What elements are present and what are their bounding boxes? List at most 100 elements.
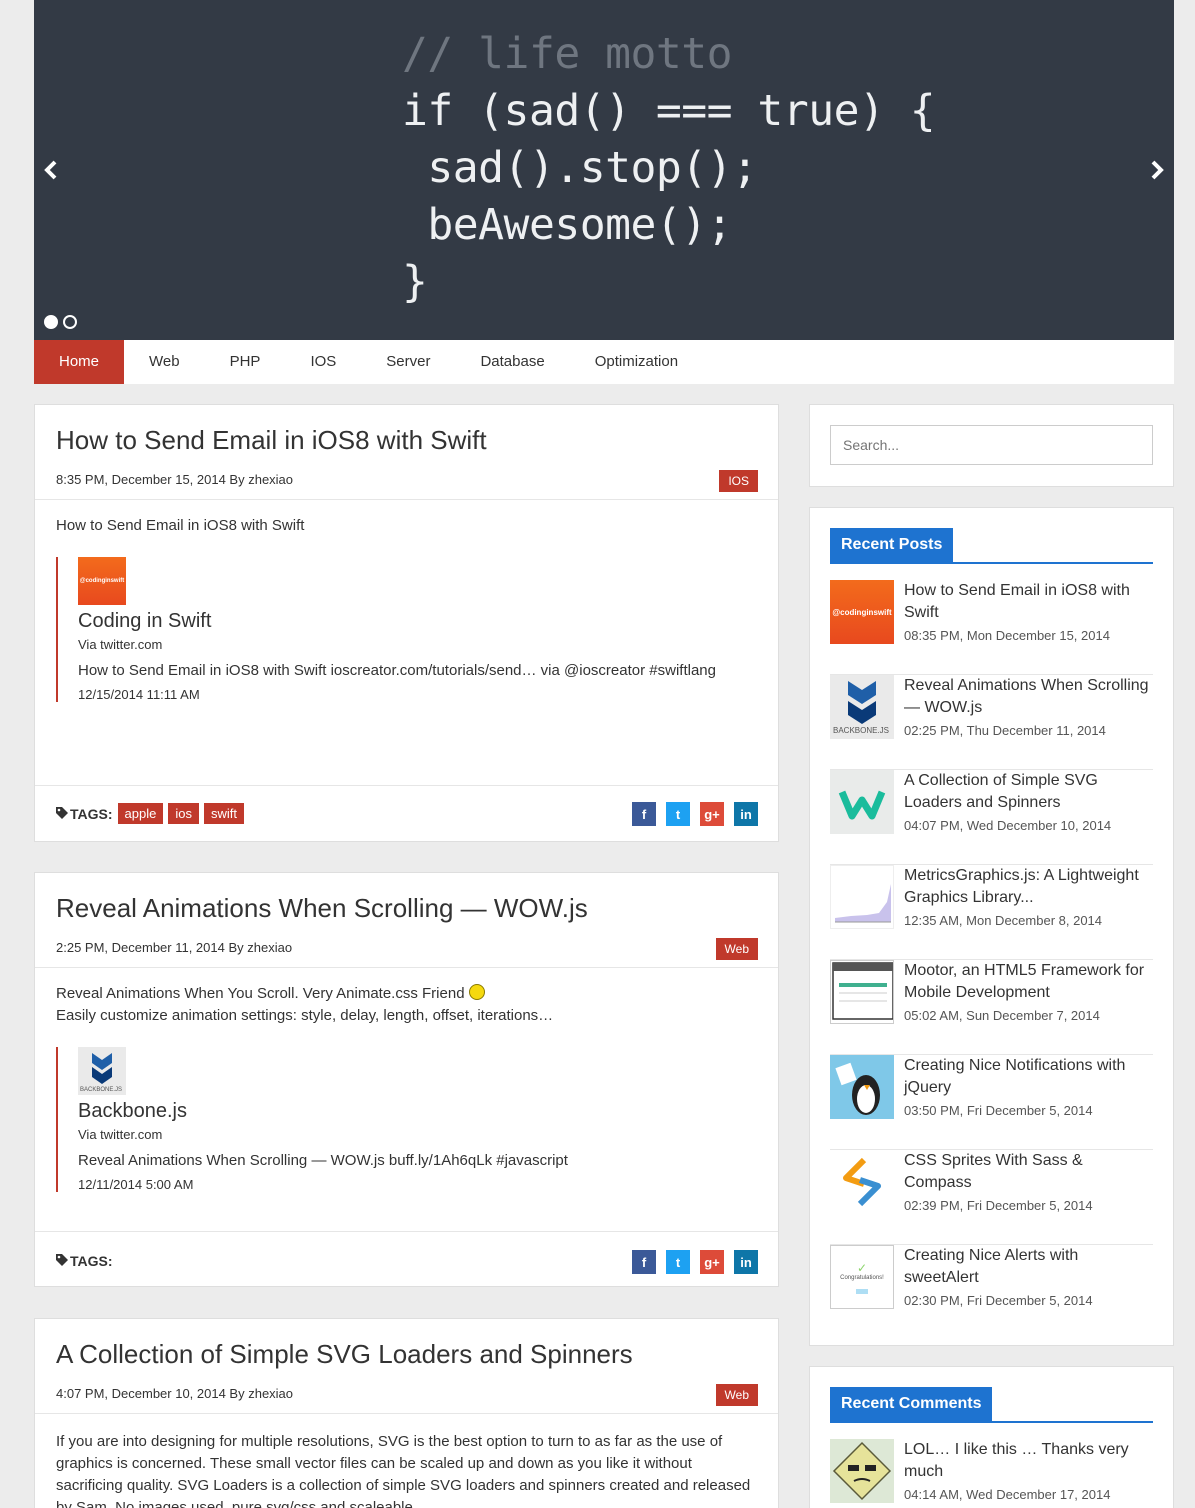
graph-thumbnail-icon	[835, 884, 891, 923]
nav-item-php[interactable]: PHP	[205, 340, 286, 384]
hero-code-line: }	[402, 257, 428, 307]
nav-item-server[interactable]: Server	[361, 340, 455, 384]
recent-posts-title: Recent Posts	[830, 528, 954, 562]
tweet-author[interactable]: Backbone.js	[78, 1099, 757, 1123]
linkedin-share-icon[interactable]: in	[734, 1250, 758, 1274]
divider	[35, 785, 778, 786]
check-icon: ✓	[856, 1260, 868, 1275]
nav-item-database[interactable]: Database	[455, 340, 569, 384]
commenter-avatar	[830, 1439, 894, 1503]
tweet-avatar: @codinginswift	[78, 557, 126, 605]
widget-heading: Recent Comments	[830, 1387, 1153, 1423]
mootor-thumbnail-icon	[832, 962, 893, 1020]
category-badge[interactable]: Web	[715, 1384, 758, 1406]
post-thumbnail: BACKBONE.JS	[830, 675, 894, 739]
slider-dot-1[interactable]	[44, 315, 58, 329]
recent-comments-title: Recent Comments	[830, 1387, 993, 1421]
post-meta: 2:25 PM, December 11, 2014 By zhexiao	[56, 940, 293, 955]
svg-loaders-logo-icon	[838, 790, 886, 820]
recent-post-item[interactable]: CSS Sprites With Sass & Compass 02:39 PM…	[830, 1150, 1153, 1245]
recent-post-title[interactable]: A Collection of Simple SVG Loaders and S…	[904, 770, 1153, 814]
recent-post-item[interactable]: Creating Nice Notifications with jQuery …	[830, 1055, 1153, 1150]
recent-post-title[interactable]: Creating Nice Notifications with jQuery	[904, 1055, 1153, 1099]
recent-post-date: 04:07 PM, Wed December 10, 2014	[904, 818, 1112, 833]
recent-post-title[interactable]: How to Send Email in iOS8 with Swift	[904, 580, 1153, 624]
search-input[interactable]	[830, 425, 1153, 465]
googleplus-share-icon[interactable]: g+	[700, 802, 724, 826]
divider	[35, 1231, 778, 1232]
tag-ios[interactable]: ios	[168, 803, 199, 824]
divider	[35, 499, 778, 500]
tag-icon	[56, 1253, 70, 1269]
post-title[interactable]: A Collection of Simple SVG Loaders and S…	[56, 1339, 633, 1370]
post-card: How to Send Email in iOS8 with Swift 8:3…	[34, 404, 779, 842]
tweet-text: How to Send Email in iOS8 with Swift ios…	[78, 662, 716, 679]
recent-post-item[interactable]: A Collection of Simple SVG Loaders and S…	[830, 770, 1153, 865]
tweet-author[interactable]: Coding in Swift	[78, 609, 757, 633]
twitter-share-icon[interactable]: t	[666, 802, 690, 826]
nav-item-optimization[interactable]: Optimization	[570, 340, 703, 384]
thumbnail-text: @codinginswift	[832, 607, 892, 617]
recent-post-title[interactable]: CSS Sprites With Sass & Compass	[904, 1150, 1153, 1194]
googleplus-share-icon[interactable]: g+	[700, 1250, 724, 1274]
tweet-avatar-text: BACKBONE.JS	[80, 1087, 123, 1093]
post-meta: 4:07 PM, December 10, 2014 By zhexiao	[56, 1386, 294, 1401]
linkedin-share-icon[interactable]: in	[734, 802, 758, 826]
excerpt-line: Easily customize animation settings: sty…	[56, 1007, 554, 1024]
tag-apple[interactable]: apple	[117, 803, 164, 824]
recent-comments-widget: Recent Comments LOL… I like this … Thank…	[809, 1366, 1174, 1508]
slider-dot-2[interactable]	[63, 315, 77, 329]
post-thumbnail	[830, 1150, 894, 1214]
hero-code-line: if (sad() === true) {	[402, 86, 936, 136]
facebook-share-icon[interactable]: f	[632, 802, 656, 826]
embedded-tweet: BACKBONE.JS Backbone.js Via twitter.com …	[56, 1047, 757, 1192]
post-excerpt: How to Send Email in iOS8 with Swift	[56, 517, 305, 534]
post-thumbnail	[830, 1055, 894, 1119]
divider	[35, 1413, 778, 1414]
twitter-share-icon[interactable]: t	[666, 1250, 690, 1274]
post-thumbnail: @codinginswift	[830, 580, 894, 644]
category-badge[interactable]: IOS	[719, 470, 758, 492]
recent-post-date: 03:50 PM, Fri December 5, 2014	[904, 1103, 1093, 1118]
thumbnail-button-shape	[856, 1288, 868, 1294]
post-thumbnail	[830, 960, 894, 1024]
widget-heading: Recent Posts	[830, 528, 1153, 564]
nav-item-home[interactable]: Home	[34, 340, 125, 384]
tag-swift[interactable]: swift	[203, 803, 244, 824]
recent-comment-text[interactable]: LOL… I like this … Thanks very much	[904, 1439, 1153, 1483]
main-nav: Home Web PHP IOS Server Database Optimiz…	[34, 340, 1174, 384]
smiley-icon	[468, 984, 485, 1000]
tag-icon	[56, 806, 70, 822]
post-title[interactable]: How to Send Email in iOS8 with Swift	[56, 425, 487, 456]
recent-post-item[interactable]: ✓ Congratulations! Creating Nice Alerts …	[830, 1245, 1153, 1340]
recent-post-title[interactable]: Mootor, an HTML5 Framework for Mobile De…	[904, 960, 1153, 1004]
recent-posts-widget: Recent Posts @codinginswift How to Send …	[809, 507, 1174, 1346]
recent-post-item[interactable]: @codinginswift How to Send Email in iOS8…	[830, 580, 1153, 675]
recent-comment-item[interactable]: LOL… I like this … Thanks very much 04:1…	[830, 1439, 1153, 1508]
recent-post-date: 02:30 PM, Fri December 5, 2014	[904, 1293, 1093, 1308]
recent-post-item[interactable]: Mootor, an HTML5 Framework for Mobile De…	[830, 960, 1153, 1055]
recent-post-title[interactable]: Reveal Animations When Scrolling — WOW.j…	[904, 675, 1153, 719]
recent-post-date: 08:35 PM, Mon December 15, 2014	[904, 628, 1110, 643]
recent-post-item[interactable]: BACKBONE.JS Reveal Animations When Scrol…	[830, 675, 1153, 770]
hero-slider: // life motto if (sad() === true) { sad(…	[34, 0, 1174, 340]
post-thumbnail	[830, 865, 894, 929]
slider-prev-icon[interactable]	[36, 152, 66, 188]
facebook-share-icon[interactable]: f	[632, 1250, 656, 1274]
hero-code-line: sad().stop();	[402, 143, 758, 193]
hero-code-line: beAwesome();	[402, 200, 733, 250]
recent-post-item[interactable]: MetricsGraphics.js: A Lightweight Graphi…	[830, 865, 1153, 960]
category-badge[interactable]: Web	[715, 938, 758, 960]
nav-item-web[interactable]: Web	[124, 340, 205, 384]
nav-item-ios[interactable]: IOS	[285, 340, 361, 384]
slider-indicators	[44, 315, 77, 329]
tweet-via: Via twitter.com	[78, 1127, 163, 1142]
tweet-avatar: BACKBONE.JS	[78, 1047, 126, 1095]
thumbnail-text: Congratulations!	[840, 1274, 884, 1281]
recent-post-title[interactable]: Creating Nice Alerts with sweetAlert	[904, 1245, 1153, 1289]
slider-next-icon[interactable]	[1142, 152, 1172, 188]
post-excerpt: Reveal Animations When You Scroll. Very …	[56, 983, 757, 1027]
thumbnail-text: BACKBONE.JS	[833, 726, 890, 735]
recent-post-title[interactable]: MetricsGraphics.js: A Lightweight Graphi…	[904, 865, 1153, 909]
post-title[interactable]: Reveal Animations When Scrolling — WOW.j…	[56, 893, 588, 924]
